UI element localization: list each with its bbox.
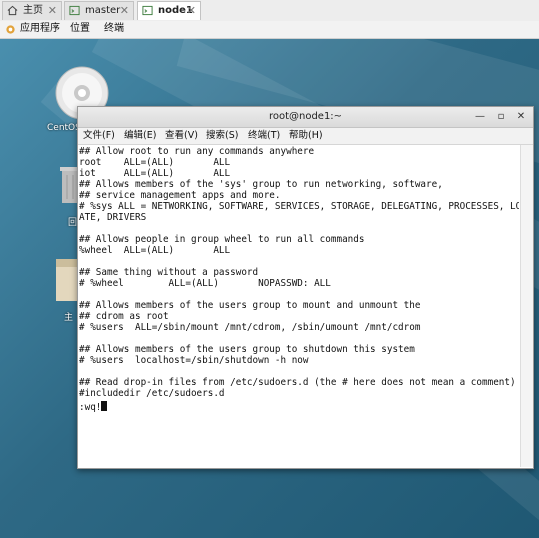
terminal-line: ATE, DRIVERS	[79, 212, 147, 223]
tab-home[interactable]: 主页 ✕	[2, 1, 62, 20]
applications-icon	[6, 25, 15, 34]
menu-terminal[interactable]: 终端	[104, 23, 124, 35]
terminal-line: ## cdrom as root	[79, 311, 169, 322]
terminal-tab-icon	[142, 5, 153, 16]
terminal-line: # %wheel ALL=(ALL) NOPASSWD: ALL	[79, 278, 331, 289]
command-text: :wq!	[79, 402, 102, 413]
terminal-window: root@node1:~ — ▫ ✕ 文件(F) 编辑(E) 查看(V) 搜索(…	[77, 106, 534, 469]
menu-applications[interactable]: 应用程序	[20, 23, 60, 35]
terminal-line: %wheel ALL=(ALL) ALL	[79, 245, 231, 256]
menu-view[interactable]: 查看(V)	[165, 130, 198, 142]
terminal-scrollbar[interactable]	[520, 145, 533, 467]
menu-places[interactable]: 位置	[70, 23, 90, 35]
terminal-line: ## Allows members of the users group to …	[79, 300, 421, 311]
text-cursor	[101, 401, 108, 411]
tab-node1[interactable]: node1 ✕	[137, 1, 201, 20]
menu-terminal[interactable]: 终端(T)	[248, 130, 280, 142]
terminal-line: # %users ALL=/sbin/mount /mnt/cdrom, /sb…	[79, 322, 421, 333]
terminal-line: ## Allows people in group wheel to run a…	[79, 234, 365, 245]
terminal-menu-bar: 文件(F) 编辑(E) 查看(V) 搜索(S) 终端(T) 帮助(H)	[78, 128, 533, 145]
terminal-output[interactable]: ## Allow root to run any commands anywhe…	[79, 145, 519, 467]
terminal-line: ## Allows members of the users group to …	[79, 344, 415, 355]
terminal-line: ## Allow root to run any commands anywhe…	[79, 146, 315, 157]
menu-edit[interactable]: 编辑(E)	[124, 130, 156, 142]
terminal-title: root@node1:~	[268, 111, 343, 122]
app-menu-bar: 应用程序 位置 终端	[0, 21, 539, 39]
maximize-icon[interactable]: ▫	[494, 110, 508, 124]
terminal-titlebar[interactable]: root@node1:~ — ▫ ✕	[78, 107, 533, 128]
desktop-icon-label: 回	[68, 218, 78, 228]
terminal-line: # %sys ALL = NETWORKING, SOFTWARE, SERVI…	[79, 201, 519, 212]
close-icon[interactable]: ✕	[48, 4, 57, 17]
tab-label: 主页	[23, 5, 43, 16]
terminal-line: ## Same thing without a password	[79, 267, 259, 278]
menu-help[interactable]: 帮助(H)	[289, 130, 323, 142]
tab-master[interactable]: master ✕	[64, 1, 134, 20]
desktop-icon-home[interactable]	[56, 255, 78, 303]
terminal-line: # %users localhost=/sbin/shutdown -h now	[79, 355, 309, 366]
terminal-line: root ALL=(ALL) ALL	[79, 157, 231, 168]
tab-bar: 主页 ✕ master ✕ node1 ✕	[0, 0, 539, 22]
terminal-line: iot ALL=(ALL) ALL	[79, 168, 231, 179]
home-folder-icon	[56, 259, 78, 301]
terminal-tab-icon	[69, 5, 80, 16]
minimize-icon[interactable]: —	[473, 110, 487, 124]
terminal-line: ## Allows members of the 'sys' group to …	[79, 179, 443, 190]
terminal-line: ## Read drop-in files from /etc/sudoers.…	[79, 377, 516, 388]
menu-file[interactable]: 文件(F)	[83, 130, 115, 142]
terminal-line: #includedir /etc/sudoers.d	[79, 388, 225, 399]
terminal-line: ## service management apps and more.	[79, 190, 281, 201]
close-icon[interactable]: ✕	[187, 4, 196, 17]
menu-search[interactable]: 搜索(S)	[206, 130, 238, 142]
home-icon	[7, 5, 18, 16]
command-line[interactable]: :wq!	[79, 401, 108, 413]
close-icon[interactable]: ✕	[120, 4, 129, 17]
desktop-icon-label: CentOS	[47, 123, 81, 133]
tab-label: master	[85, 5, 121, 16]
desktop-icon-label: 主	[64, 313, 74, 323]
close-icon[interactable]: ✕	[514, 110, 528, 124]
